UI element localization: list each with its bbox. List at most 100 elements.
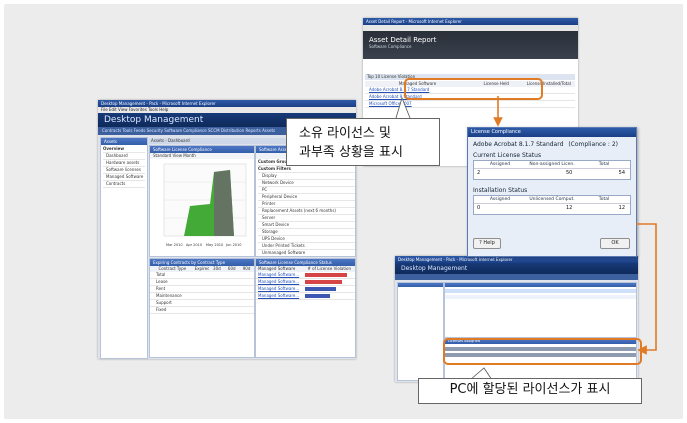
current-status-header: Assigned Non-assigned Licen. Total (474, 161, 630, 169)
group-item[interactable]: Peripheral Device (258, 194, 355, 201)
contracts-cell (198, 293, 212, 299)
contracts-row[interactable]: Lease (150, 279, 254, 286)
contracts-cell (240, 286, 254, 292)
violation-bar (305, 272, 348, 277)
report-window-title: Asset Detail Report - Microsoft Internet… (363, 18, 578, 25)
violation-bar-cell (305, 286, 355, 292)
compliance-pane: Software License Compliance Status Manag… (255, 258, 356, 358)
dialog-value: 12 (618, 205, 626, 211)
report-row-software[interactable]: Microsoft Office 2007 (365, 101, 472, 107)
dialog-value: 54 (618, 170, 626, 176)
sidebar-item[interactable]: Contracts (103, 181, 145, 188)
violation-bar (305, 286, 337, 291)
contracts-cell (240, 272, 254, 278)
dialog-product: Adobe Acrobat 8.1.7 Standard (Compliance… (473, 141, 618, 148)
contracts-row[interactable]: Total (150, 272, 254, 279)
license-compliance-dialog: License Compliance Adobe Acrobat 8.1.7 S… (467, 127, 637, 257)
contracts-cell (240, 307, 254, 313)
sidebar-item[interactable]: Dashboard (103, 153, 145, 160)
compliance-row[interactable]: Managed Software... (256, 293, 355, 300)
sidebar-list: Overview Dashboard Hardware assets Software… (101, 145, 147, 189)
compliance-row[interactable]: Managed Software... (256, 279, 355, 286)
install-status-header: Assigned Unlicensed Comput. Total (474, 196, 630, 204)
sidebar-item[interactable]: Software licenses (103, 167, 145, 174)
compliance-software-link[interactable]: Managed Software... (256, 293, 305, 299)
install-status-label: Installation Status (473, 187, 528, 194)
contracts-row-label: Lease (156, 279, 168, 284)
contracts-row-label: Rent (156, 286, 166, 291)
contracts-row-label: Support (156, 300, 172, 305)
contracts-row[interactable]: Rent (150, 286, 254, 293)
contracts-row[interactable]: Fixed (150, 307, 254, 314)
group-item[interactable]: Unmanaged Software (258, 250, 355, 256)
pc-main-row[interactable] (445, 295, 636, 299)
violation-bar-cell (305, 293, 355, 299)
group-item[interactable]: Storage (258, 229, 355, 236)
contracts-cell (212, 293, 226, 299)
group-item[interactable]: Display (258, 173, 355, 180)
group-item[interactable]: Server (258, 215, 355, 222)
main-window-title: Desktop Management - Pack - Microsoft In… (98, 100, 356, 107)
main-tabs-labels[interactable]: Contracts Tools Feeds Security Software … (102, 128, 275, 133)
pc-main-row[interactable] (445, 289, 636, 293)
dialog-col-header: Assigned (489, 162, 511, 167)
dialog-title: License Compliance (468, 128, 636, 137)
contracts-cell (226, 286, 240, 292)
sidebar-item[interactable]: Overview (103, 146, 145, 153)
group-item[interactable]: Smart Device (258, 222, 355, 229)
contracts-row-label: Fixed (156, 307, 167, 312)
contracts-row[interactable]: Support (150, 300, 254, 307)
violation-bar (305, 279, 342, 284)
pc-tabbar[interactable] (395, 274, 638, 280)
ok-button[interactable]: OK (600, 238, 630, 249)
compliance-software-link[interactable]: Managed Software... (256, 272, 305, 278)
contracts-row[interactable]: Maintenance (150, 293, 254, 300)
dialog-value: 12 (565, 205, 573, 211)
help-button[interactable]: ? Help (473, 238, 501, 249)
group-item[interactable]: Custom Filters (258, 166, 355, 173)
violation-bar-cell (305, 279, 355, 285)
violation-bar-cell (305, 272, 355, 278)
group-item[interactable]: UPS Device (258, 236, 355, 243)
license-area-chart: Mar 2010 Apr 2010 May 2010 Jun 2010 (163, 163, 247, 247)
top-callout-line-1: 소유 라이선스 및 (299, 126, 391, 141)
install-status-values: 0 12 12 (474, 204, 630, 213)
group-item[interactable]: Under Printed Tickets (258, 243, 355, 250)
contracts-cell (198, 307, 212, 313)
sidebar-item[interactable]: Hardware assets (103, 160, 145, 167)
compliance-software-link[interactable]: Managed Software... (256, 279, 305, 285)
report-highlight (404, 78, 543, 100)
dialog-value: 0 (477, 205, 481, 211)
pc-sidebar-header (398, 283, 443, 287)
contracts-cell (212, 279, 226, 285)
groups-list: Custom Groups Custom Filters Display Networ… (256, 159, 355, 256)
bottom-callout-text: PC에 할당된 라이선스가 표시 (449, 382, 611, 397)
group-item[interactable]: Network Device (258, 180, 355, 187)
compliance-software-link[interactable]: Managed Software... (256, 286, 305, 292)
group-item[interactable]: Printer (258, 201, 355, 208)
report-heading: Asset Detail Report (369, 36, 437, 44)
compliance-col-header[interactable]: # of License Violation (306, 266, 356, 272)
chart-toolbar[interactable]: Standard View Month (150, 153, 254, 159)
dialog-col-header: Unlicensed Comput. (529, 197, 575, 202)
contracts-cell (198, 272, 212, 278)
compliance-row[interactable]: Managed Software... (256, 286, 355, 293)
dialog-product-name: Adobe Acrobat 8.1.7 Standard (473, 141, 564, 148)
contracts-cell (226, 300, 240, 306)
chart-pane-title: Software License Compliance (150, 146, 254, 153)
contracts-row-label: Maintenance (156, 293, 182, 298)
contracts-body: Total Lease Rent Maintenance Support Fixed (150, 272, 254, 314)
contracts-row-label: Total (156, 272, 166, 277)
group-item[interactable]: PC (258, 187, 355, 194)
group-item[interactable]: Replacement Assets (next 6 months) (258, 208, 355, 215)
bottom-callout: PC에 할당된 라이선스가 표시 (418, 378, 642, 404)
report-row[interactable]: Microsoft Office 2007 (365, 101, 575, 108)
report-cell (472, 101, 524, 107)
contracts-cell (240, 279, 254, 285)
pc-window-title: Desktop Management - Pack - Microsoft In… (395, 256, 638, 263)
sidebar-item[interactable]: Managed Software (103, 174, 145, 181)
install-status-table: Assigned Unlicensed Comput. Total 0 12 12 (473, 195, 631, 215)
compliance-pane-title: Software License Compliance Status (256, 259, 355, 266)
compliance-row[interactable]: Managed Software... (256, 272, 355, 279)
current-status-values: 2 50 54 (474, 169, 630, 178)
